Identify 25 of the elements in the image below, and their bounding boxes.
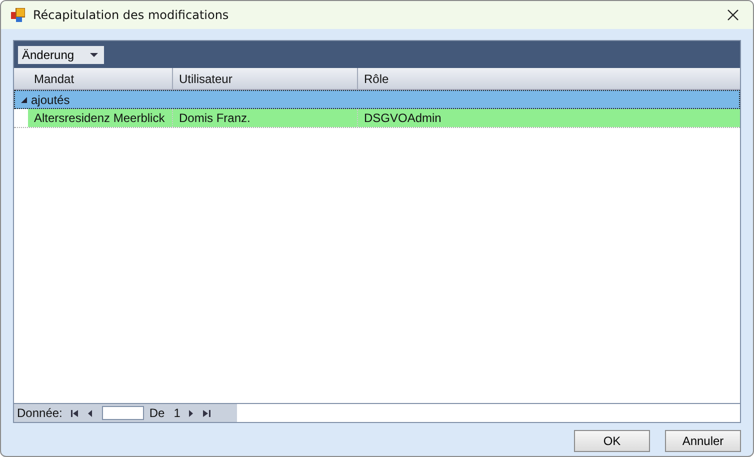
first-icon[interactable] [71, 410, 80, 416]
table-cell: Domis Franz. [173, 109, 358, 127]
page-field[interactable] [102, 406, 144, 420]
close-icon[interactable] [727, 9, 739, 21]
table-row[interactable]: Altersresidenz Meerblick Domis Franz. DSGVOAdmin [14, 109, 740, 128]
window-title: Récapitulation des modifications [33, 8, 230, 22]
group-label: ajoutés [31, 92, 70, 106]
next-icon[interactable] [189, 410, 194, 416]
column-header[interactable]: Mandat [28, 68, 173, 89]
dialog-button[interactable]: OK [574, 430, 650, 452]
page-count: 1 [174, 406, 180, 420]
column-header[interactable]: Utilisateur [173, 68, 358, 89]
table-cell: Altersresidenz Meerblick [28, 109, 173, 127]
group-row[interactable]: ajoutés [14, 90, 740, 109]
previous-icon[interactable] [88, 410, 94, 416]
app-icon [11, 8, 25, 22]
caret-icon [90, 52, 98, 56]
table-cell: DSGVOAdmin [358, 109, 740, 127]
dialog-button[interactable]: Annuler [665, 430, 741, 452]
navigator-label: Donnée: [17, 406, 62, 420]
dropdown-button[interactable]: Änderung [18, 46, 104, 64]
column-header[interactable]: Rôle [358, 68, 740, 89]
expand-icon[interactable] [21, 96, 27, 102]
last-icon[interactable] [203, 410, 212, 416]
of-label: De [149, 406, 165, 420]
